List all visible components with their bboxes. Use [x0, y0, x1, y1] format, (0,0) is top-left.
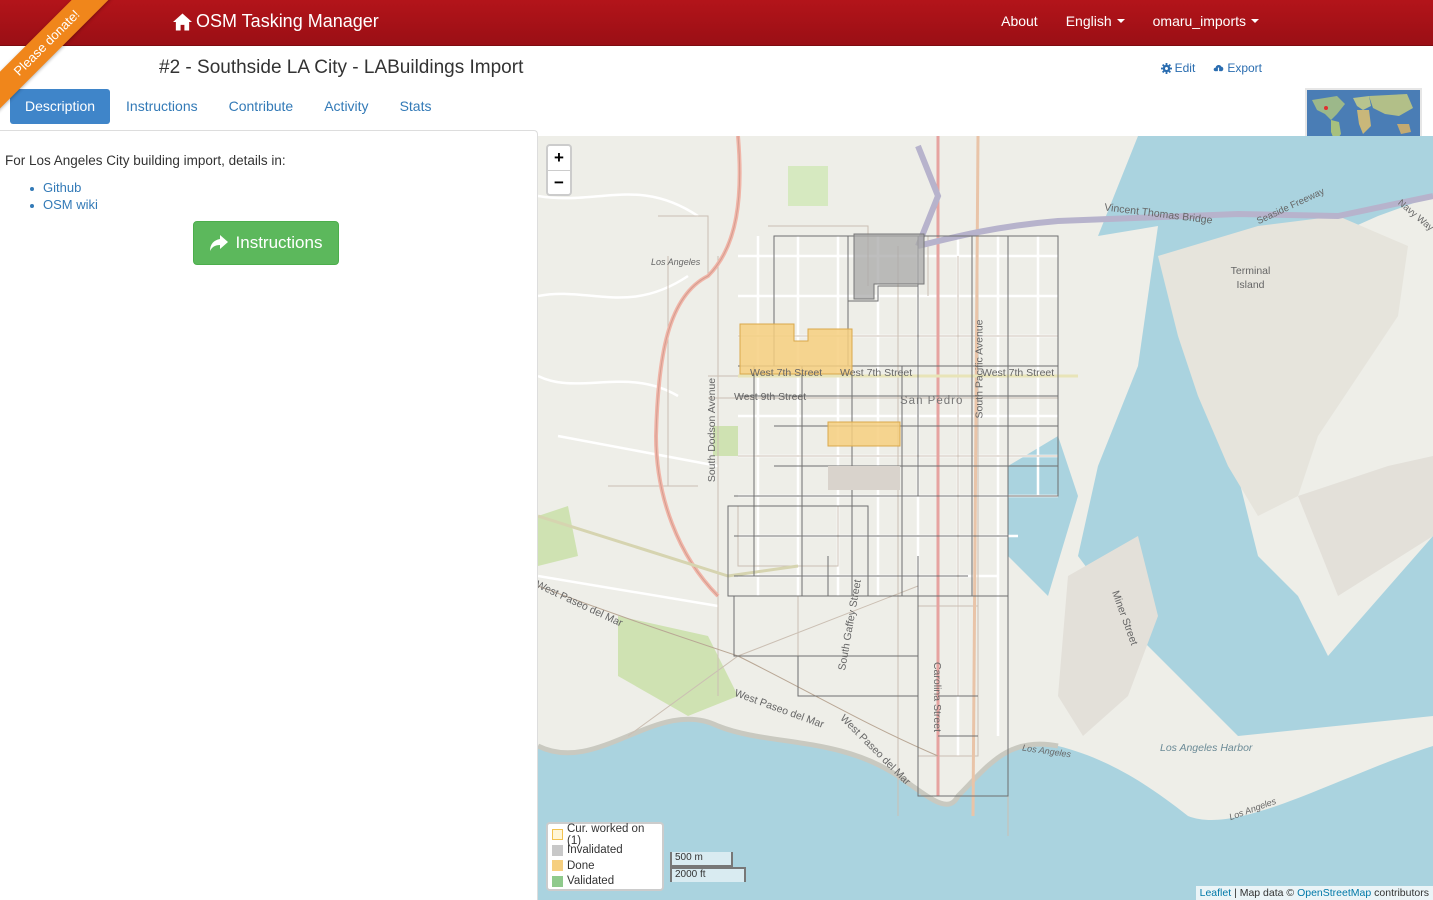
edit-label: Edit — [1174, 61, 1196, 75]
zoom-in-button[interactable]: + — [548, 146, 570, 170]
home-icon — [173, 12, 192, 31]
legend-label: Cur. worked on (1) — [567, 822, 645, 847]
legend-item: Validated — [552, 874, 658, 890]
brand-title: OSM Tasking Manager — [196, 11, 379, 31]
cloud-download-icon — [1214, 64, 1224, 74]
tab-activity[interactable]: Activity — [309, 89, 383, 124]
export-label: Export — [1227, 61, 1262, 75]
osm-wiki-link[interactable]: OSM wiki — [30, 197, 98, 214]
github-link[interactable]: Github — [30, 180, 98, 197]
language-label: English — [1065, 13, 1112, 29]
description-text: For Los Angeles City building import, de… — [5, 153, 286, 168]
legend-label: Invalidated — [567, 844, 623, 857]
tab-stats[interactable]: Stats — [385, 89, 447, 124]
gear-icon — [1160, 62, 1172, 74]
legend-item: Done — [552, 858, 658, 874]
user-name: omaru_imports — [1152, 13, 1246, 29]
edit-link[interactable]: Edit — [1160, 61, 1196, 75]
donate-ribbon-wrap: Please donate! — [0, 0, 130, 130]
water-label: Los Angeles Harbor — [1160, 742, 1253, 754]
share-arrow-icon — [209, 235, 228, 251]
export-link[interactable]: Export — [1213, 61, 1262, 75]
place-label: San Pedro — [900, 395, 964, 407]
street-label: South Pacific Avenue — [973, 319, 986, 419]
legend-swatch — [552, 875, 563, 887]
attribution-text: | Map data © — [1231, 887, 1298, 899]
scale-imperial: 2000 ft — [670, 867, 746, 882]
legend-label: Validated — [567, 875, 615, 888]
description-panel: For Los Angeles City building import, de… — [0, 130, 538, 900]
navbar-right: About English omaru_imports — [1001, 13, 1259, 29]
street-label: Carolina Street — [931, 661, 944, 733]
zoom-out-button[interactable]: − — [548, 170, 570, 194]
language-dropdown[interactable]: English — [1066, 13, 1125, 29]
street-label: West 7th Street — [840, 367, 913, 379]
brand-link[interactable]: OSM Tasking Manager — [173, 11, 379, 32]
city-boundary-label: Los Angeles — [651, 257, 701, 267]
street-label: West 9th Street — [734, 391, 807, 403]
map-scale: 500 m 2000 ft — [670, 852, 746, 882]
scale-metric: 500 m — [670, 852, 733, 867]
legend-label: Done — [567, 859, 595, 872]
place-label: Terminal Island — [1230, 265, 1271, 291]
map-tiles — [538, 136, 1433, 900]
description-links: Github OSM wiki — [30, 180, 98, 214]
attribution-suffix: contributors — [1371, 887, 1429, 899]
user-dropdown[interactable]: omaru_imports — [1153, 13, 1259, 29]
nav-about-link[interactable]: About — [1001, 13, 1038, 29]
instructions-button[interactable]: Instructions — [193, 221, 339, 265]
legend-swatch — [552, 844, 563, 856]
legend-item: Cur. worked on (1) — [552, 823, 658, 847]
project-title: #2 - Southside LA City - LABuildings Imp… — [159, 57, 524, 78]
zoom-control: + − — [546, 144, 572, 196]
legend-swatch — [552, 829, 563, 841]
top-navbar: OSM Tasking Manager About English omaru_… — [0, 0, 1433, 46]
task-status-legend: Cur. worked on (1) Invalidated Done Vali… — [546, 822, 664, 891]
leaflet-link[interactable]: Leaflet — [1200, 887, 1232, 899]
donate-ribbon[interactable]: Please donate! — [0, 0, 124, 120]
tab-contribute[interactable]: Contribute — [214, 89, 309, 124]
instructions-button-label: Instructions — [235, 233, 323, 252]
street-label: West 7th Street — [750, 367, 823, 379]
street-label: West 7th Street — [982, 367, 1055, 379]
street-label: South Dodson Avenue — [706, 377, 719, 483]
map-view[interactable]: West 7th Street West 7th Street West 7th… — [538, 136, 1433, 900]
caret-down-icon — [1251, 19, 1259, 23]
openstreetmap-link[interactable]: OpenStreetMap — [1297, 887, 1371, 899]
project-actions: Edit Export — [1160, 61, 1262, 75]
caret-down-icon — [1116, 19, 1125, 23]
map-attribution: Leaflet | Map data © OpenStreetMap contr… — [1195, 886, 1433, 900]
legend-swatch — [552, 860, 563, 872]
